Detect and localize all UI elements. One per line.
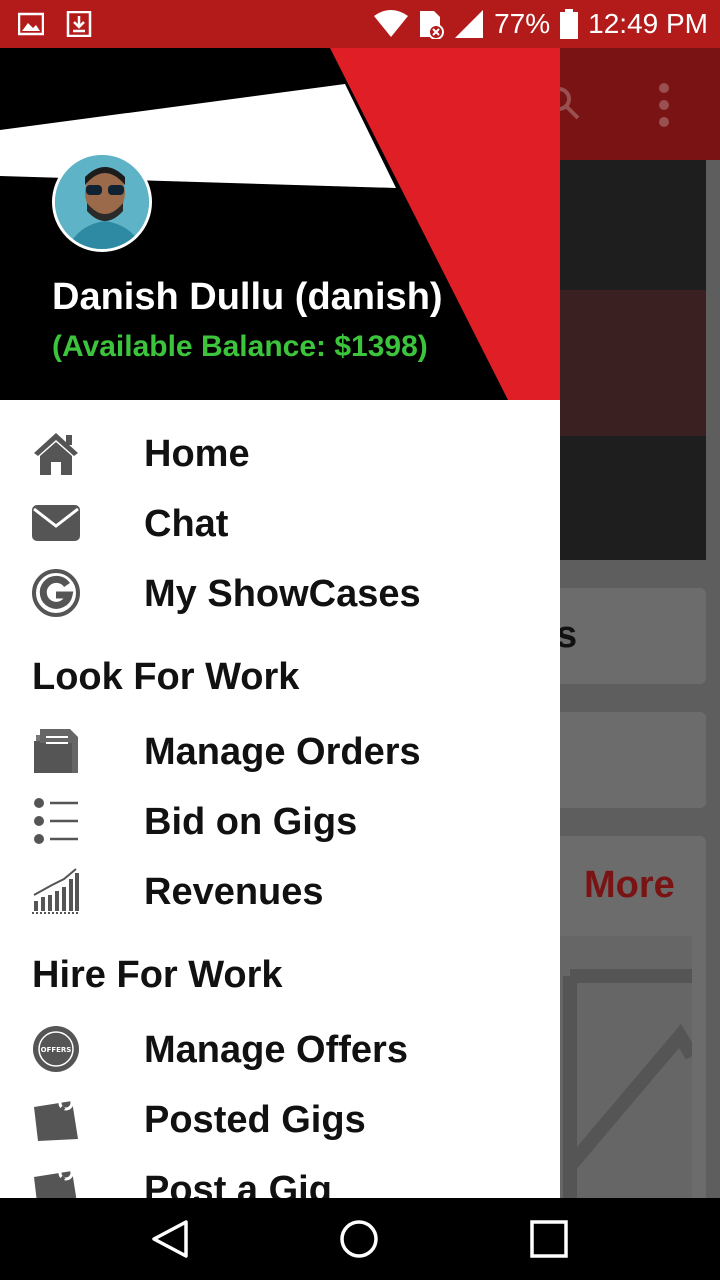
menu-item-posted-gigs[interactable]: Posted Gigs xyxy=(0,1084,560,1154)
menu-item-label: Chat xyxy=(144,503,229,545)
avatar[interactable] xyxy=(52,152,152,252)
drawer-header: Danish Dullu (danish) (Available Balance… xyxy=(0,48,560,400)
menu-item-manage-offers[interactable]: OFFERS Manage Offers xyxy=(0,1014,560,1084)
svg-text:OFFERS: OFFERS xyxy=(41,1046,72,1054)
section-title-look-for-work: Look For Work xyxy=(0,628,560,716)
background-card xyxy=(540,712,706,808)
navigation-drawer: Danish Dullu (danish) (Available Balance… xyxy=(0,48,560,1198)
home-circle-icon[interactable] xyxy=(338,1218,380,1260)
available-balance: (Available Balance: $1398) xyxy=(52,330,428,363)
wifi-icon xyxy=(374,10,409,37)
background-image-placeholder xyxy=(560,936,699,1198)
more-link[interactable]: More xyxy=(584,864,675,907)
download-icon xyxy=(66,11,92,37)
back-icon[interactable] xyxy=(150,1218,192,1260)
background-hero-image xyxy=(560,160,706,560)
offers-badge-icon: OFFERS xyxy=(33,1026,79,1072)
orders-icon xyxy=(34,729,78,773)
section-title-hire-for-work: Hire For Work xyxy=(0,926,560,1014)
overflow-menu-icon[interactable] xyxy=(652,82,676,128)
battery-percent: 77% xyxy=(494,8,551,39)
menu-item-label: Manage Orders xyxy=(144,731,421,773)
drawer-menu: Home Chat My ShowCases Look For Work Man… xyxy=(0,400,560,1198)
image-icon xyxy=(18,12,44,36)
menu-item-label: Revenues xyxy=(144,871,324,913)
menu-item-label: Post a Gig xyxy=(144,1169,332,1198)
signal-icon xyxy=(455,10,484,38)
pinned-note-icon xyxy=(34,1165,77,1198)
menu-item-home[interactable]: Home xyxy=(0,418,560,488)
status-bar: 77% 12:49 PM xyxy=(0,0,720,48)
list-icon xyxy=(34,798,78,844)
recents-icon[interactable] xyxy=(528,1218,570,1260)
menu-item-label: Manage Offers xyxy=(144,1029,408,1071)
menu-item-chat[interactable]: Chat xyxy=(0,488,560,558)
envelope-icon xyxy=(32,505,80,541)
menu-item-label: My ShowCases xyxy=(144,573,421,615)
menu-item-post-a-gig[interactable]: Post a Gig xyxy=(0,1154,560,1198)
menu-item-my-showcases[interactable]: My ShowCases xyxy=(0,558,560,628)
background-card: More xyxy=(540,836,706,1198)
menu-item-bid-on-gigs[interactable]: Bid on Gigs xyxy=(0,786,560,856)
pinned-note-icon xyxy=(34,1095,78,1141)
sim-alert-icon xyxy=(420,11,445,39)
showcase-g-icon xyxy=(32,569,80,617)
battery-icon xyxy=(560,9,579,39)
section-title-text: Look For Work xyxy=(32,656,300,698)
menu-item-label: Home xyxy=(144,433,250,475)
system-navigation-bar xyxy=(0,1198,720,1280)
home-icon xyxy=(34,433,78,475)
chart-icon xyxy=(32,868,80,914)
section-title-text: Hire For Work xyxy=(32,954,283,996)
menu-item-label: Posted Gigs xyxy=(144,1099,366,1141)
background-card: s xyxy=(540,588,706,684)
menu-item-revenues[interactable]: Revenues xyxy=(0,856,560,926)
menu-item-manage-orders[interactable]: Manage Orders xyxy=(0,716,560,786)
clock: 12:49 PM xyxy=(588,8,708,39)
menu-item-label: Bid on Gigs xyxy=(144,801,358,843)
user-name: Danish Dullu (danish) xyxy=(52,276,443,318)
